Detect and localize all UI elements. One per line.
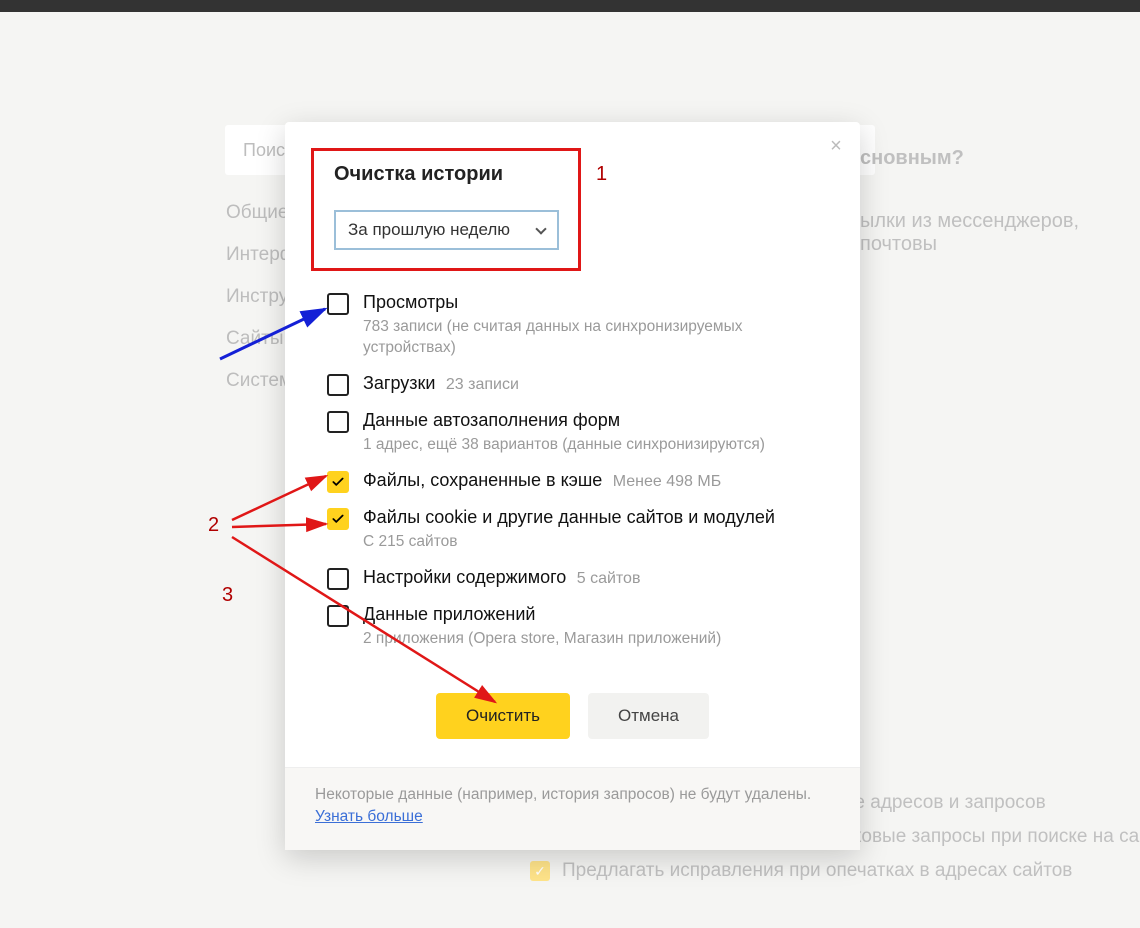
cancel-button[interactable]: Отмена	[588, 693, 709, 739]
option-content-settings: Настройки содержимого 5 сайтов	[327, 560, 830, 597]
annotation-number-2: 2	[208, 514, 219, 537]
checkbox[interactable]	[327, 374, 349, 396]
option-sub: 1 адрес, ещё 38 вариантов (данные синхро…	[363, 435, 830, 456]
checkbox[interactable]	[327, 293, 349, 315]
dialog-actions: Очистить Отмена	[285, 665, 860, 767]
right-heading: сновным?	[860, 147, 1140, 170]
annotation-number-3: 3	[222, 584, 233, 607]
footer-text: Некоторые данные (например, история запр…	[315, 786, 811, 803]
checkbox[interactable]	[327, 605, 349, 627]
option-downloads: Загрузки 23 записи	[327, 366, 830, 403]
right-panel: сновным? ылки из мессенджеров, почтовы	[860, 147, 1140, 256]
option-cookies: Файлы cookie и другие данные сайтов и мо…	[327, 500, 830, 560]
checkbox[interactable]	[327, 568, 349, 590]
option-sub: 23 записи	[446, 376, 519, 393]
right-sub: ылки из мессенджеров, почтовы	[860, 210, 1140, 256]
option-label: Данные автозаполнения форм	[363, 410, 620, 430]
option-label: Настройки содержимого	[363, 567, 566, 587]
option-app-data: Данные приложений 2 приложения (Opera st…	[327, 597, 830, 657]
time-range-select[interactable]: За прошлую неделю	[334, 210, 559, 250]
option-sub: С 215 сайтов	[363, 532, 830, 553]
dialog-title: Очистка истории	[334, 163, 556, 186]
option-sub: 2 приложения (Opera store, Магазин прило…	[363, 629, 830, 650]
chevron-down-icon	[535, 223, 546, 234]
option-label: Загрузки	[363, 373, 435, 393]
option-cache: Файлы, сохраненные в кэше Менее 498 МБ	[327, 463, 830, 500]
checkbox[interactable]	[327, 411, 349, 433]
option-sub: 5 сайтов	[577, 570, 641, 587]
checkbox-list: Просмотры 783 записи (не считая данных н…	[285, 271, 860, 665]
time-range-value: За прошлую неделю	[348, 220, 510, 240]
checkbox[interactable]	[327, 471, 349, 493]
option-browsing: Просмотры 783 записи (не считая данных н…	[327, 285, 830, 366]
bg-option: Предлагать исправления при опечатках в а…	[562, 860, 1072, 882]
checkbox[interactable]	[327, 508, 349, 530]
highlight-box-1: Очистка истории За прошлую неделю	[311, 148, 581, 271]
option-sub: Менее 498 МБ	[613, 473, 721, 490]
option-autofill: Данные автозаполнения форм 1 адрес, ещё …	[327, 403, 830, 463]
option-label: Просмотры	[363, 292, 458, 312]
bg-checkbox-icon: ✓	[530, 861, 550, 881]
option-sub: 783 записи (не считая данных на синхрони…	[363, 317, 830, 359]
window-topbar	[0, 0, 1140, 12]
option-label: Файлы cookie и другие данные сайтов и мо…	[363, 507, 775, 527]
option-label: Данные приложений	[363, 604, 535, 624]
option-label: Файлы, сохраненные в кэше	[363, 470, 602, 490]
clear-history-dialog: × Очистка истории За прошлую неделю Прос…	[285, 122, 860, 850]
close-icon[interactable]: ×	[826, 136, 846, 156]
clear-button[interactable]: Очистить	[436, 693, 570, 739]
annotation-number-1: 1	[596, 163, 607, 186]
learn-more-link[interactable]: Узнать больше	[315, 808, 423, 826]
dialog-footer: Некоторые данные (например, история запр…	[285, 767, 860, 850]
